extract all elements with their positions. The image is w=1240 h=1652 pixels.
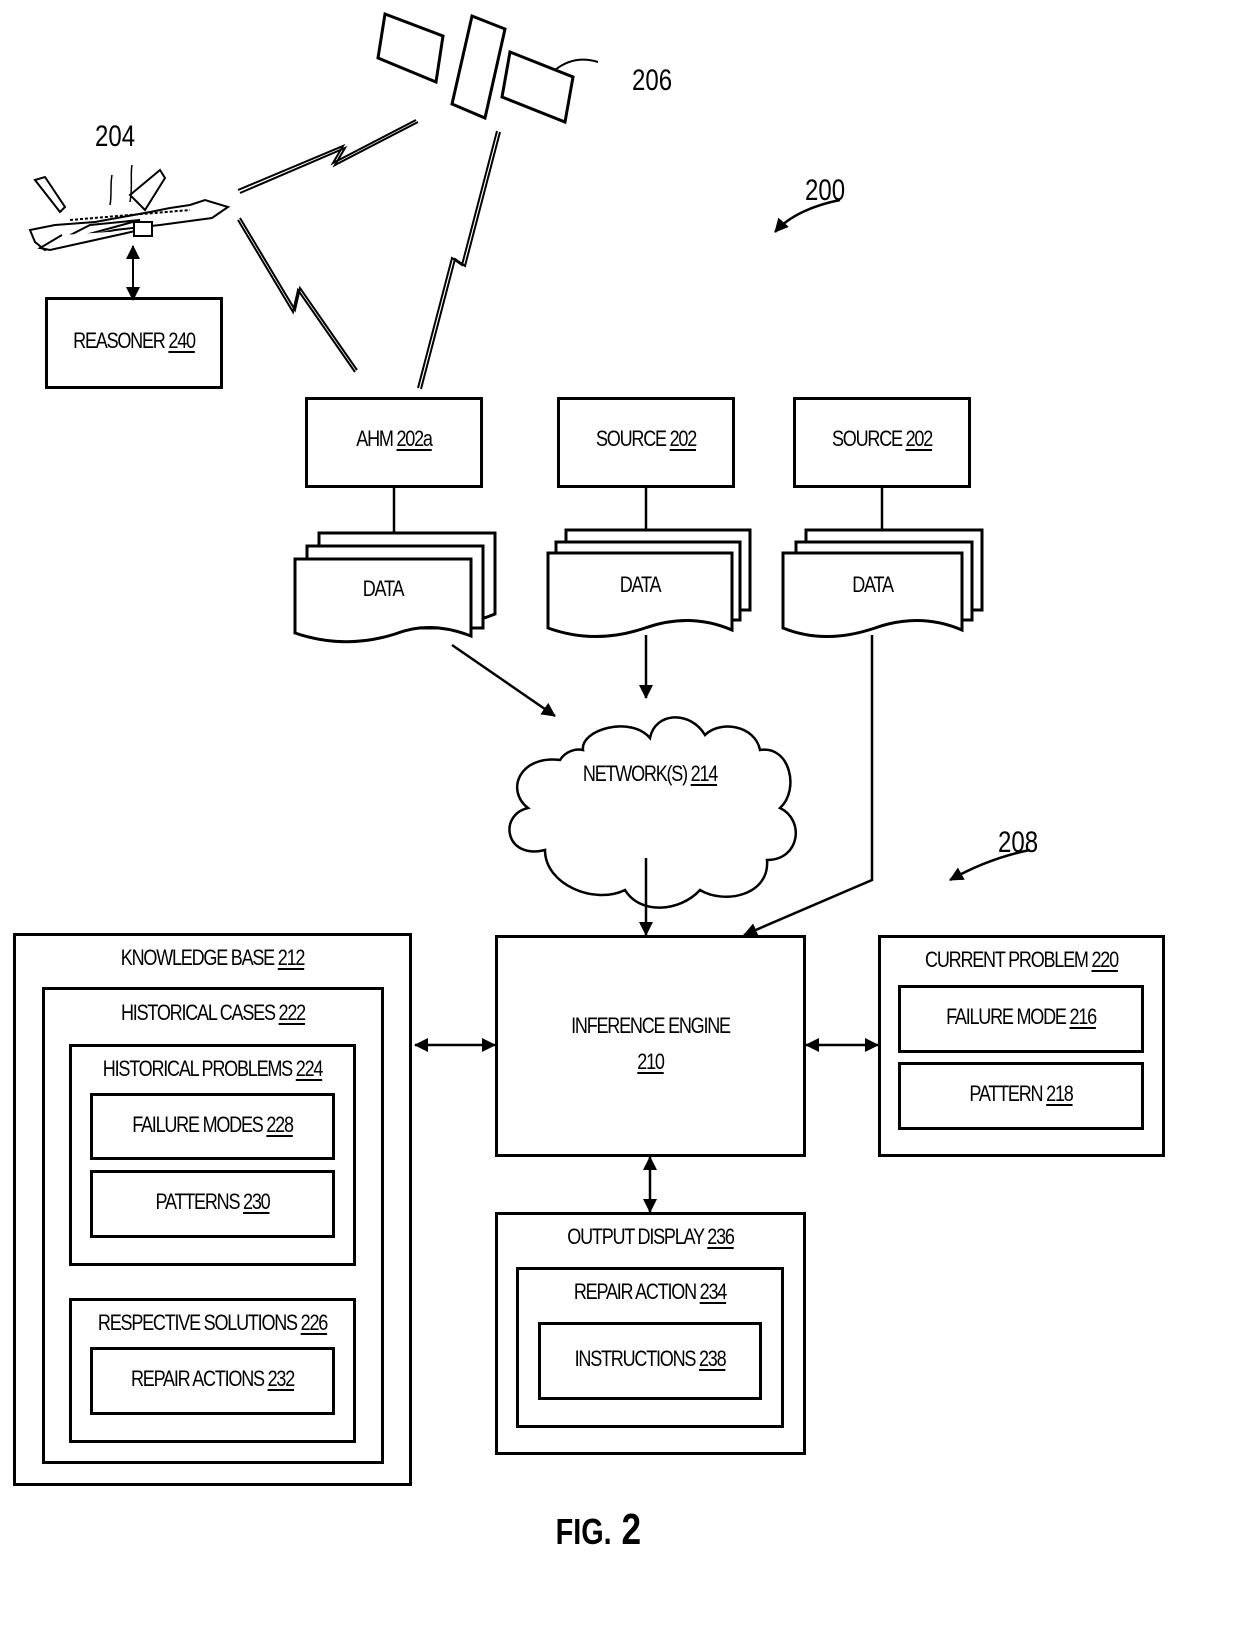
data-label-3: DATA [852,572,894,597]
network-cloud [508,716,797,909]
data-label-1: DATA [362,576,405,601]
source-label-2: SOURCE 202 [595,426,697,451]
repair-action-label: REPAIR ACTION 234 [573,1279,727,1304]
patterns-label: PATTERNS 230 [155,1189,271,1214]
respective-solutions-label: RESPECTIVE SOLUTIONS 226 [97,1310,328,1335]
failure-modes-label: FAILURE MODES 228 [132,1112,294,1137]
airplane-icon [28,168,231,252]
knowledge-base-label: KNOWLEDGE BASE 212 [120,945,306,970]
output-display-label: OUTPUT DISPLAY 236 [567,1224,735,1249]
ref-system: 200 [805,174,846,207]
inference-engine-box [495,935,806,1157]
ref-satellite: 206 [632,64,673,97]
source-label-3: SOURCE 202 [831,426,933,451]
repair-actions-label: REPAIR ACTIONS 232 [130,1366,295,1391]
data-label-2: DATA [619,572,662,597]
reasoner-label: REASONER 240 [73,328,196,353]
ref-analysis: 208 [998,826,1039,859]
figure-label: FIG. 2 [555,1505,642,1554]
current-problem-label: CURRENT PROBLEM 220 [925,947,1119,972]
historical-problems-label: HISTORICAL PROBLEMS 224 [102,1056,324,1081]
pattern-label: PATTERN 218 [969,1081,1073,1106]
inference-engine-label: INFERENCE ENGINE [571,1013,731,1038]
failure-mode-label: FAILURE MODE 216 [946,1004,1097,1029]
inference-engine-num: 210 [637,1049,665,1074]
ref-aircraft: 204 [95,120,136,153]
historical-cases-label: HISTORICAL CASES 222 [121,1000,306,1025]
network-label: NETWORK(S) 214 [582,761,718,786]
source-label-ahm: AHM 202a [356,426,433,451]
wireless-links [237,119,501,390]
instructions-label: INSTRUCTIONS 238 [574,1346,727,1371]
satellite-icon [376,11,599,125]
